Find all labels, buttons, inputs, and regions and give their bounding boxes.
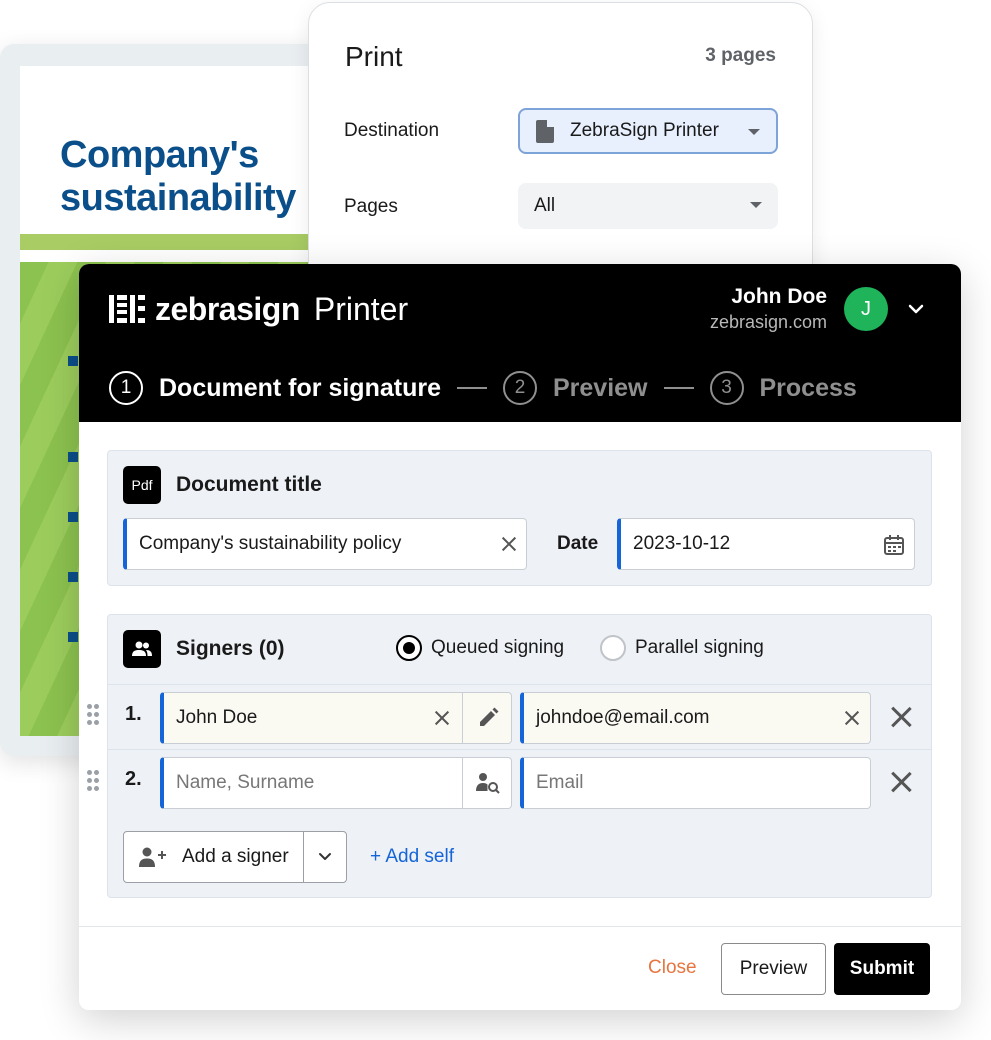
document-title-heading: Document title — [176, 473, 322, 496]
stage: Company's sustainability Print 3 pages D… — [0, 0, 991, 1040]
signer-name-value: John Doe — [176, 707, 258, 728]
add-signer-label: Add a signer — [182, 846, 289, 867]
brand-logo: zebrasign Printer — [109, 290, 408, 328]
user-name: John Doe — [731, 285, 827, 308]
step-2[interactable]: 2 Preview — [502, 371, 648, 405]
drag-handle-icon[interactable] — [87, 704, 101, 726]
dialog-footer: Close Preview Submit — [79, 926, 961, 1010]
add-signer-dropdown[interactable] — [304, 832, 346, 882]
pages-label: Pages — [344, 196, 398, 217]
avatar[interactable]: J — [844, 287, 888, 331]
document-icon — [536, 119, 554, 143]
zebrasign-dialog: zebrasign Printer John Doe zebrasign.com… — [79, 264, 961, 1010]
document-preview-title-line2: sustainability — [60, 177, 296, 219]
dropdown-caret-icon — [748, 129, 760, 135]
date-value: 2023-10-12 — [633, 533, 731, 554]
signer-email-value: johndoe@email.com — [536, 707, 710, 728]
contact-search-button[interactable] — [462, 758, 512, 808]
drag-handle-icon[interactable] — [87, 770, 101, 792]
parallel-signing-radio[interactable]: Parallel signing — [600, 635, 764, 661]
pages-select[interactable]: All — [518, 183, 778, 229]
people-icon — [123, 630, 161, 668]
document-preview-bullet — [68, 512, 78, 522]
document-preview-band — [20, 234, 320, 250]
close-button[interactable]: Close — [648, 957, 697, 979]
signer-email-input[interactable]: Email — [520, 757, 871, 809]
step-label: Process — [759, 373, 857, 402]
step-number: 1 — [109, 371, 143, 405]
signer-name-input[interactable]: John Doe — [160, 692, 512, 744]
print-panel: Print 3 pages Destination ZebraSign Prin… — [308, 2, 813, 302]
add-person-icon — [139, 847, 166, 867]
date-label: Date — [557, 533, 599, 554]
signer-number: 2. — [125, 768, 142, 790]
zebrasign-logo-icon — [109, 295, 145, 323]
signer-number: 1. — [125, 703, 142, 725]
user-domain: zebrasign.com — [709, 312, 827, 332]
date-input[interactable]: 2023-10-12 — [617, 518, 915, 570]
step-1[interactable]: 1 Document for signature — [109, 371, 441, 405]
document-preview-bullet — [68, 452, 78, 462]
pages-value: All — [534, 195, 556, 216]
pencil-icon — [479, 707, 498, 726]
brand-name: zebrasign — [155, 290, 300, 327]
person-search-icon — [475, 773, 500, 794]
document-title-value: Company's sustainability policy — [139, 533, 402, 554]
signers-section: Signers (0) Queued signing Parallel sign… — [107, 614, 932, 898]
remove-signer-icon[interactable] — [890, 771, 912, 793]
dialog-header: zebrasign Printer John Doe zebrasign.com… — [79, 264, 961, 422]
signers-heading: Signers (0) — [176, 637, 285, 660]
signer-email-input[interactable]: johndoe@email.com — [520, 692, 871, 744]
step-separator — [456, 387, 487, 389]
signer-name-placeholder: Name, Surname — [176, 772, 315, 793]
chevron-down-icon — [318, 853, 331, 860]
document-preview-title-line1: Company's — [60, 134, 259, 176]
clear-icon[interactable] — [501, 536, 517, 552]
radio-unselected-icon — [600, 635, 626, 661]
step-separator — [663, 387, 694, 389]
step-label: Document for signature — [159, 373, 441, 402]
add-signer-button[interactable]: Add a signer — [123, 831, 347, 883]
signer-name-input[interactable]: Name, Surname — [160, 757, 512, 809]
queued-signing-label: Queued signing — [431, 637, 565, 658]
preview-button[interactable]: Preview — [721, 943, 826, 995]
document-preview-bullet — [68, 632, 78, 642]
radio-selected-icon — [396, 635, 422, 661]
destination-value: ZebraSign Printer — [570, 120, 719, 141]
chevron-down-icon[interactable] — [905, 298, 927, 320]
user-info[interactable]: John Doe zebrasign.com — [710, 284, 827, 334]
product-name: Printer — [313, 290, 409, 327]
step-number: 3 — [709, 371, 744, 405]
queued-signing-radio[interactable]: Queued signing — [396, 635, 564, 661]
remove-signer-icon[interactable] — [890, 706, 912, 728]
signer-row: 1. John Doe johndoe@email.com — [108, 684, 931, 749]
add-signer-main[interactable]: Add a signer — [124, 832, 304, 882]
clear-icon[interactable] — [434, 710, 450, 726]
document-preview-bullet — [68, 572, 78, 582]
destination-label: Destination — [344, 120, 440, 141]
step-number: 2 — [502, 371, 537, 405]
print-title: Print — [345, 41, 403, 72]
destination-select[interactable]: ZebraSign Printer — [518, 108, 778, 154]
parallel-signing-label: Parallel signing — [635, 637, 764, 658]
step-3[interactable]: 3 Process — [709, 371, 857, 405]
print-page-count: 3 pages — [705, 45, 776, 66]
document-preview-title: Company's sustainability — [60, 134, 296, 220]
step-label: Preview — [552, 373, 648, 402]
document-preview-bullet — [68, 356, 78, 366]
edit-button[interactable] — [462, 693, 512, 743]
add-self-link[interactable]: + Add self — [370, 846, 454, 868]
signer-row: 2. Name, Surname Email — [108, 749, 931, 814]
calendar-icon[interactable] — [883, 534, 905, 556]
signer-email-placeholder: Email — [536, 772, 584, 793]
document-title-input[interactable]: Company's sustainability policy — [123, 518, 527, 570]
stepper: 1 Document for signature 2 Preview 3 Pro… — [109, 370, 857, 406]
document-section: Pdf Document title Company's sustainabil… — [107, 450, 932, 586]
pdf-icon: Pdf — [123, 466, 161, 504]
clear-icon[interactable] — [844, 710, 860, 726]
dropdown-caret-icon — [750, 202, 762, 208]
submit-button[interactable]: Submit — [834, 943, 930, 995]
